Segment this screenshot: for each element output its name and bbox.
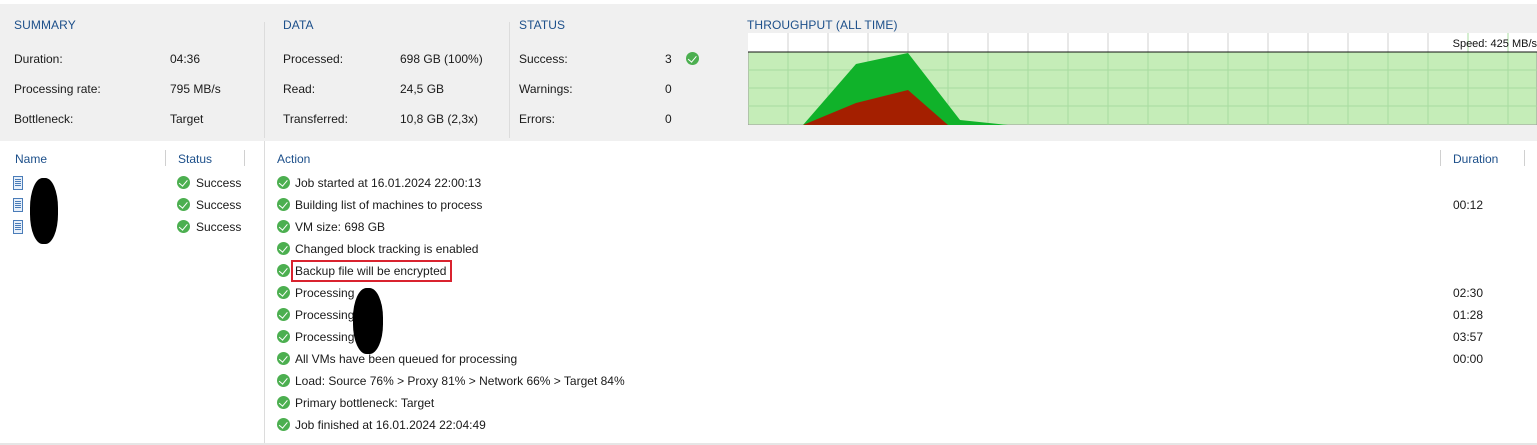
vm-status: Success (196, 176, 242, 190)
success-label: Success: (519, 52, 568, 66)
column-separator[interactable] (165, 150, 166, 166)
divider (264, 22, 265, 138)
success-check-icon (277, 198, 290, 211)
warnings-label: Warnings: (519, 82, 573, 96)
warnings-count: 0 (665, 82, 672, 96)
vm-status: Success (196, 198, 242, 212)
log-action: VM size: 698 GB (295, 220, 386, 234)
vm-icon (13, 220, 23, 234)
redacted-vm-names (30, 178, 58, 244)
success-check-icon (277, 418, 290, 431)
errors-label: Errors: (519, 112, 555, 126)
errors-count: 0 (665, 112, 672, 126)
name-column-header[interactable]: Name (15, 152, 47, 166)
log-duration: 01:28 (1453, 308, 1484, 322)
processed-label: Processed: (283, 52, 344, 66)
divider (264, 141, 265, 445)
chart-header-band (748, 33, 1537, 52)
transferred-label: Transferred: (283, 112, 348, 126)
success-check-icon (277, 242, 290, 255)
duration-label: Duration: (14, 52, 63, 66)
throughput-graph (747, 32, 1537, 126)
bottleneck-value: Target (170, 112, 204, 126)
read-label: Read: (283, 82, 316, 96)
log-action: Changed block tracking is enabled (295, 242, 479, 256)
processing-rate-label: Processing rate: (14, 82, 101, 96)
success-check-icon (277, 264, 290, 277)
transferred-value: 10,8 GB (2,3x) (400, 112, 479, 126)
bottleneck-label: Bottleneck: (14, 112, 74, 126)
redacted-vm-names (353, 288, 383, 354)
status-title: STATUS (519, 18, 566, 32)
vm-icon (13, 176, 23, 190)
log-action: Building list of machines to process (295, 198, 483, 212)
log-duration: 00:00 (1453, 352, 1484, 366)
processing-rate-value: 795 MB/s (170, 82, 221, 96)
success-check-icon (686, 52, 699, 65)
vm-icon (13, 198, 23, 212)
log-action: All VMs have been queued for processing (295, 352, 518, 366)
throughput-title: THROUGHPUT (ALL TIME) (747, 18, 898, 32)
log-duration: 00:12 (1453, 198, 1484, 212)
read-value: 24,5 GB (400, 82, 445, 96)
success-check-icon (177, 176, 190, 189)
duration-value: 04:36 (170, 52, 201, 66)
success-check-icon (277, 374, 290, 387)
log-duration: 03:57 (1453, 330, 1484, 344)
divider (509, 22, 510, 138)
success-check-icon (177, 198, 190, 211)
status-column-header[interactable]: Status (178, 152, 212, 166)
log-action: Job finished at 16.01.2024 22:04:49 (295, 418, 486, 432)
log-action: Processing (295, 286, 355, 300)
log-action: Load: Source 76% > Proxy 81% > Network 6… (295, 374, 625, 388)
success-check-icon (277, 308, 290, 321)
success-check-icon (277, 352, 290, 365)
log-action: Processing (295, 308, 355, 322)
column-separator[interactable] (1524, 150, 1525, 166)
success-check-icon (277, 330, 290, 343)
log-action: Primary bottleneck: Target (295, 396, 435, 410)
log-duration: 02:30 (1453, 286, 1484, 300)
column-separator[interactable] (244, 150, 245, 166)
vm-status: Success (196, 220, 242, 234)
log-action: Processing (295, 330, 355, 344)
log-action: Job started at 16.01.2024 22:00:13 (295, 176, 482, 190)
success-check-icon (177, 220, 190, 233)
duration-column-header[interactable]: Duration (1453, 152, 1498, 166)
processed-value: 698 GB (100%) (400, 52, 483, 66)
speed-label: Speed: 425 MB/s (1452, 38, 1537, 50)
success-check-icon (277, 176, 290, 189)
encryption-highlight-box (291, 260, 452, 282)
throughput-chart: Speed: 425 MB/s (747, 32, 1537, 126)
summary-title: SUMMARY (14, 18, 76, 32)
success-check-icon (277, 220, 290, 233)
success-check-icon (277, 396, 290, 409)
data-title: DATA (283, 18, 314, 32)
column-separator[interactable] (1440, 150, 1441, 166)
success-check-icon (277, 286, 290, 299)
success-count: 3 (665, 52, 672, 66)
action-column-header[interactable]: Action (277, 152, 310, 166)
